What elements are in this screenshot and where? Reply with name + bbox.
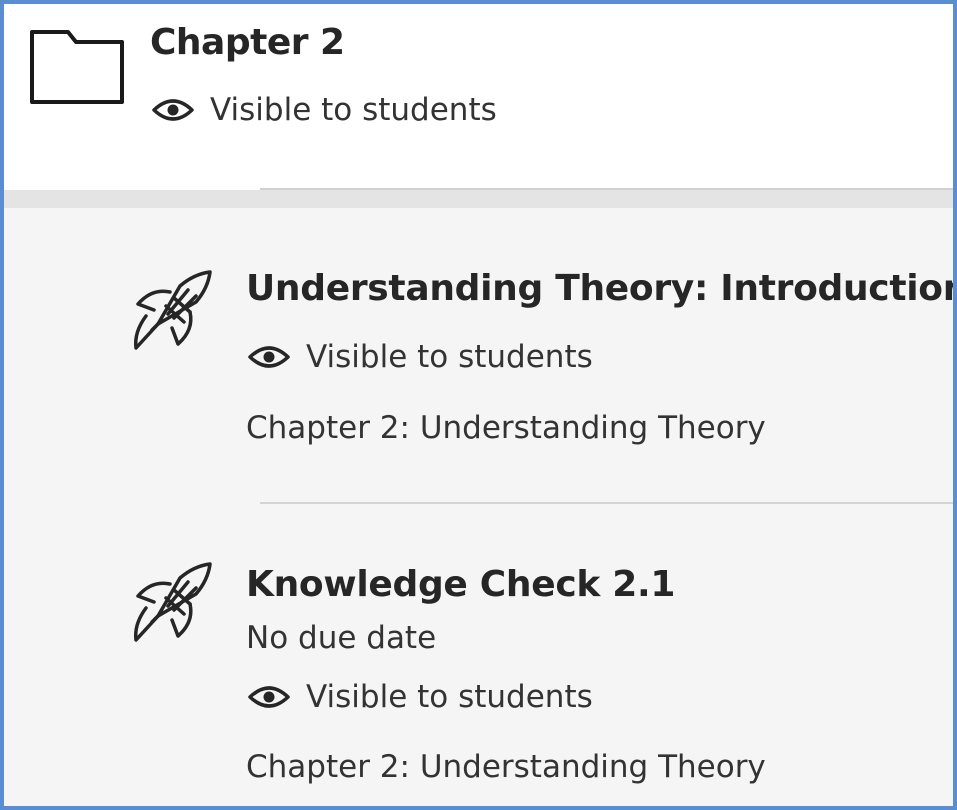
folder-contents-edge bbox=[4, 190, 953, 208]
visibility-label: Visible to students bbox=[306, 339, 593, 375]
item-title[interactable]: Understanding Theory: Introduction bbox=[246, 268, 953, 309]
rocket-icon bbox=[128, 558, 216, 646]
visibility-label: Visible to students bbox=[306, 679, 593, 715]
eye-icon bbox=[248, 682, 290, 712]
item-visibility[interactable]: Visible to students bbox=[248, 679, 593, 715]
item-due-date: No due date bbox=[246, 620, 437, 656]
visibility-label: Visible to students bbox=[210, 92, 497, 128]
rocket-icon bbox=[128, 266, 216, 354]
eye-icon bbox=[152, 95, 194, 125]
item-location: Chapter 2: Understanding Theory bbox=[246, 410, 766, 446]
item-location: Chapter 2: Understanding Theory bbox=[246, 749, 766, 785]
item-title[interactable]: Knowledge Check 2.1 bbox=[246, 564, 675, 605]
folder-contents: Understanding Theory: Introduction Visib… bbox=[4, 190, 953, 806]
divider bbox=[260, 502, 953, 504]
folder-title[interactable]: Chapter 2 bbox=[150, 22, 345, 63]
folder-item[interactable]: Chapter 2 Visible to students bbox=[4, 4, 953, 190]
folder-visibility[interactable]: Visible to students bbox=[152, 92, 497, 128]
content-outline-panel: Chapter 2 Visible to students Understand… bbox=[0, 0, 957, 810]
item-visibility[interactable]: Visible to students bbox=[248, 339, 593, 375]
folder-icon bbox=[30, 30, 124, 104]
eye-icon bbox=[248, 342, 290, 372]
